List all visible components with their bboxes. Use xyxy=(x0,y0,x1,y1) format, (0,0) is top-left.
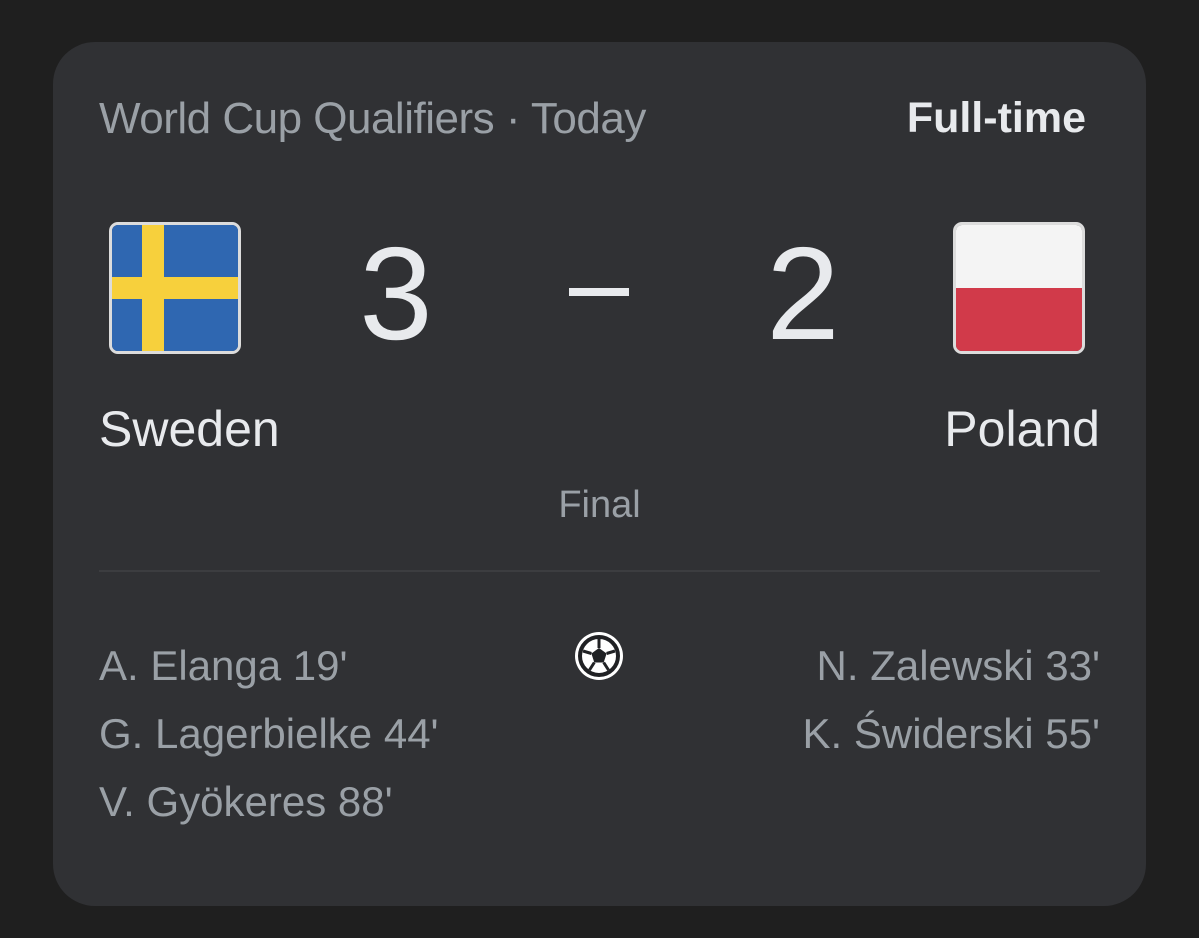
divider xyxy=(99,570,1100,572)
away-score: 2 xyxy=(766,220,840,367)
soccer-ball-icon xyxy=(573,630,625,682)
home-score: 3 xyxy=(359,220,433,367)
poland-flag-icon[interactable] xyxy=(953,222,1085,354)
home-scorers-list: A. Elanga 19' G. Lagerbielke 44' V. Gyök… xyxy=(99,632,439,836)
match-status: Final xyxy=(558,484,641,526)
home-scorer: A. Elanga 19' xyxy=(99,642,348,689)
match-state: Full-time xyxy=(906,94,1086,142)
away-scorer: N. Zalewski 33' xyxy=(816,642,1100,689)
home-team-name[interactable]: Sweden xyxy=(99,400,280,458)
away-scorers-list: N. Zalewski 33' K. Świderski 55' xyxy=(803,632,1100,768)
match-card[interactable]: World Cup Qualifiers · Today Full-time 3… xyxy=(53,42,1146,906)
competition-label: World Cup Qualifiers · Today xyxy=(99,94,646,143)
score-separator xyxy=(569,288,629,296)
away-scorer: K. Świderski 55' xyxy=(802,710,1100,757)
away-team-name[interactable]: Poland xyxy=(944,400,1100,458)
home-scorer: G. Lagerbielke 44' xyxy=(99,710,439,757)
sweden-flag-icon[interactable] xyxy=(109,222,241,354)
home-scorer: V. Gyökeres 88' xyxy=(99,778,393,825)
